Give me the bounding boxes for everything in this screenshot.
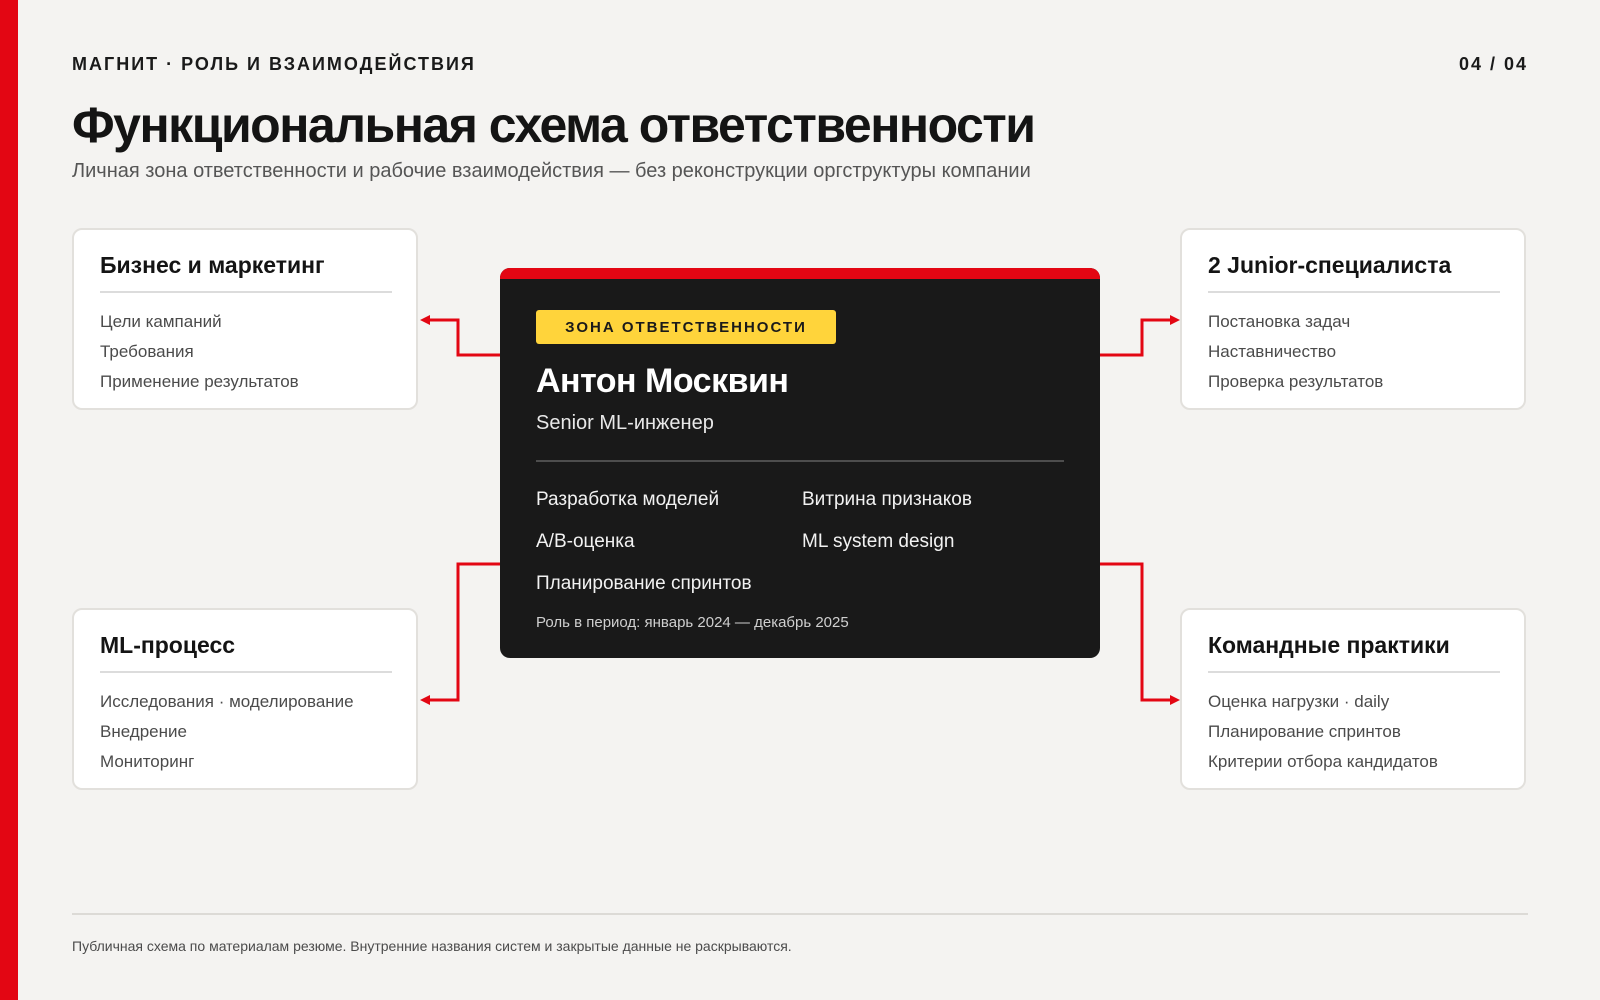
list-item: Оценка нагрузки · daily xyxy=(1208,692,1390,711)
arrowhead-team xyxy=(1170,695,1180,705)
arrowhead-business xyxy=(420,315,430,325)
connector-ml-process xyxy=(428,562,500,702)
skill-item: ML system design xyxy=(802,531,955,552)
footer-note: Публичная схема по материалам резюме. Вн… xyxy=(72,938,792,954)
card-team-practices: Командные практики Оценка нагрузки · dai… xyxy=(1180,608,1526,790)
card-list: Постановка задач Наставничество Проверка… xyxy=(1208,307,1500,397)
connector-business xyxy=(428,318,500,357)
card-list: Цели кампаний Требования Применение резу… xyxy=(100,307,392,397)
list-item: Планирование спринтов xyxy=(1208,722,1401,741)
role-period: Роль в период: январь 2024 — декабрь 202… xyxy=(536,614,849,631)
divider xyxy=(536,460,1064,462)
card-title: ML-процесс xyxy=(100,632,392,673)
connector-juniors xyxy=(1100,318,1170,357)
card-list: Оценка нагрузки · daily Планирование спр… xyxy=(1208,687,1500,777)
list-item: Применение результатов xyxy=(100,372,299,391)
card-title: Командные практики xyxy=(1208,632,1500,673)
responsibility-zone-card: ЗОНА ОТВЕТСТВЕННОСТИ Антон Москвин Senio… xyxy=(500,268,1100,658)
list-item: Требования xyxy=(100,342,194,361)
skill-item: A/B-оценка xyxy=(536,531,635,552)
card-list: Исследования · моделирование Внедрение М… xyxy=(100,687,392,777)
skill-item: Разработка моделей xyxy=(536,489,720,510)
list-item: Критерии отбора кандидатов xyxy=(1208,752,1438,771)
skill-item: Планирование спринтов xyxy=(536,573,752,594)
list-item: Исследования · моделирование xyxy=(100,692,354,711)
list-item: Постановка задач xyxy=(1208,312,1351,331)
arrowhead-ml-process xyxy=(420,695,430,705)
skill-item: Витрина признаков xyxy=(802,489,972,510)
zone-badge: ЗОНА ОТВЕТСТВЕННОСТИ xyxy=(536,310,836,344)
list-item: Проверка результатов xyxy=(1208,372,1384,391)
list-item: Цели кампаний xyxy=(100,312,222,331)
list-item: Внедрение xyxy=(100,722,187,741)
person-role: Senior ML-инженер xyxy=(536,412,714,434)
card-title: Бизнес и маркетинг xyxy=(100,252,392,293)
person-name: Антон Москвин xyxy=(536,362,789,400)
card-junior-specialists: 2 Junior-специалиста Постановка задач На… xyxy=(1180,228,1526,410)
accent-bar xyxy=(500,268,1100,279)
list-item: Наставничество xyxy=(1208,342,1337,361)
card-business-marketing: Бизнес и маркетинг Цели кампаний Требова… xyxy=(72,228,418,410)
footer-divider xyxy=(72,913,1528,915)
connector-team xyxy=(1100,562,1170,702)
card-title: 2 Junior-специалиста xyxy=(1208,252,1500,293)
arrowhead-juniors xyxy=(1170,315,1180,325)
list-item: Мониторинг xyxy=(100,752,195,771)
card-ml-process: ML-процесс Исследования · моделирование … xyxy=(72,608,418,790)
